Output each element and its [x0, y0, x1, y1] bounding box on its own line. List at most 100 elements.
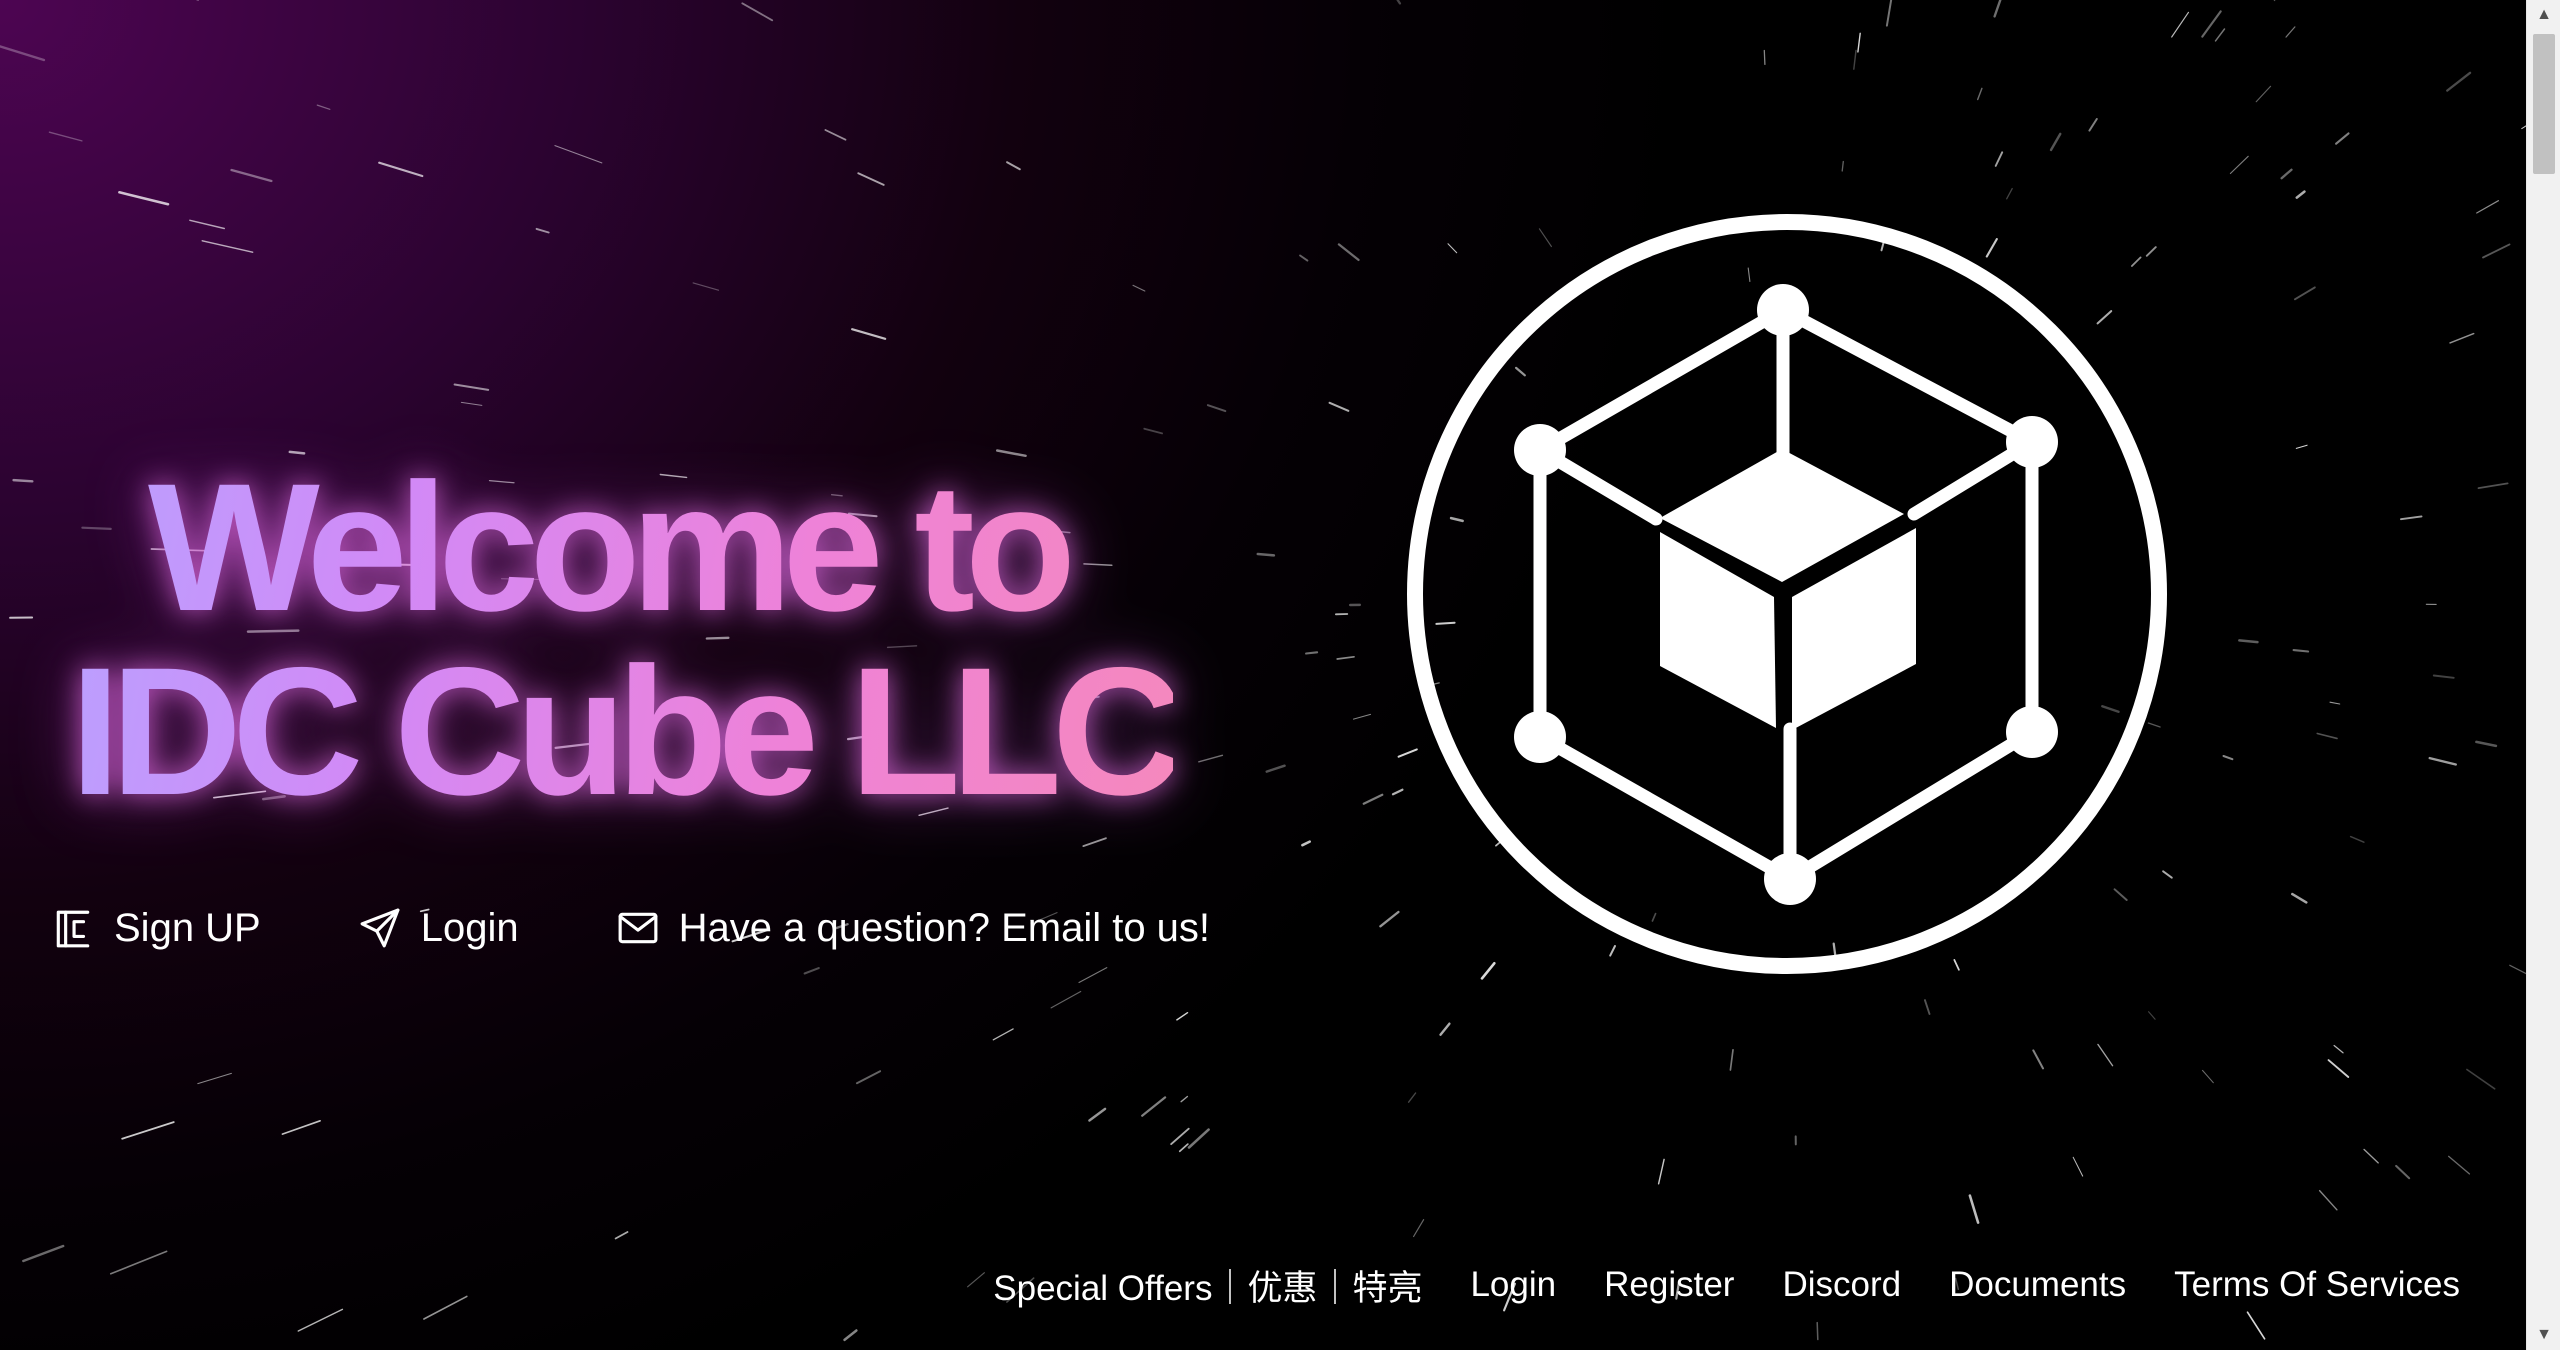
star-streak: [1206, 404, 1227, 413]
star-streak: [2280, 168, 2293, 180]
login-link[interactable]: Login: [359, 906, 519, 951]
star-streak: [189, 219, 226, 230]
star-streak: [1143, 427, 1164, 435]
star-streak: [1301, 840, 1311, 847]
star-streak: [1336, 655, 1355, 660]
star-streak: [2449, 332, 2475, 344]
star-streak: [614, 1231, 629, 1240]
star-streak: [2329, 701, 2341, 705]
footer-link-documents[interactable]: Documents: [1949, 1265, 2126, 1305]
star-streak: [1006, 161, 1021, 171]
star-streak: [2295, 444, 2308, 449]
star-streak: [2273, 0, 2276, 2]
star-streak: [201, 240, 254, 253]
star-streak: [1187, 1128, 1210, 1149]
star-streak: [2477, 482, 2509, 490]
star-streak: [316, 104, 331, 110]
star-streak: [0, 45, 46, 62]
star-streak: [2229, 155, 2249, 175]
star-streak: [803, 967, 820, 975]
star-streak: [1178, 1143, 1189, 1153]
star-streak: [1265, 764, 1286, 773]
star-streak: [824, 129, 847, 141]
login-label: Login: [420, 905, 519, 950]
star-streak: [2446, 71, 2472, 92]
sign-up-label: Sign UP: [114, 905, 261, 950]
star-streak: [1141, 1096, 1167, 1117]
star-streak: [1853, 49, 1857, 70]
star-streak: [118, 191, 170, 206]
star-streak: [2349, 835, 2365, 843]
hero-actions: Sign UP Login Have a question? Email to …: [52, 898, 1210, 958]
star-streak: [2316, 732, 2338, 740]
star-streak: [741, 2, 774, 22]
star-streak: [1088, 1107, 1107, 1122]
star-streak: [2476, 200, 2500, 214]
star-streak: [1328, 401, 1350, 412]
star-streak: [378, 161, 424, 178]
star-streak: [2201, 1069, 2214, 1084]
star-streak: [2148, 1011, 2156, 1020]
footer-nav: Special Offers｜优惠｜特亮 Login Register Disc…: [993, 1262, 2460, 1308]
star-streak: [1976, 87, 1983, 101]
star-streak: [2395, 1164, 2411, 1180]
star-streak: [1396, 0, 1402, 5]
footer-link-login[interactable]: Login: [1470, 1265, 1556, 1305]
star-streak: [1729, 1048, 1734, 1071]
star-streak: [22, 1244, 65, 1263]
star-streak: [692, 282, 720, 291]
star-streak: [2448, 1155, 2471, 1175]
scrollbar-thumb[interactable]: [2533, 34, 2555, 174]
star-streak: [2475, 740, 2498, 748]
hero-title-line-1: Welcome to: [148, 445, 1067, 649]
scroll-down-arrow-icon[interactable]: ▼: [2527, 1320, 2560, 1350]
star-streak: [2255, 85, 2272, 103]
star-streak: [2238, 639, 2259, 644]
star-streak: [2400, 515, 2423, 521]
star-streak: [2318, 1189, 2338, 1211]
star-streak: [1994, 151, 2004, 167]
footer-link-register[interactable]: Register: [1604, 1265, 1734, 1305]
star-streak: [2291, 892, 2308, 904]
star-streak: [857, 172, 885, 186]
email-link[interactable]: Have a question? Email to us!: [617, 906, 1210, 951]
star-streak: [1050, 990, 1082, 1009]
star-streak: [2466, 1068, 2496, 1090]
footer-link-special-offers[interactable]: Special Offers｜优惠｜特亮: [993, 1260, 1422, 1311]
star-streak: [966, 1272, 986, 1288]
star-streak: [2171, 11, 2190, 38]
sign-up-link[interactable]: Sign UP: [52, 906, 261, 951]
star-streak: [1256, 552, 1276, 557]
star-streak: [1816, 1321, 1819, 1341]
star-streak: [1412, 1219, 1425, 1238]
footer-link-discord[interactable]: Discord: [1782, 1265, 1901, 1305]
star-streak: [1763, 49, 1766, 66]
star-streak: [460, 401, 483, 406]
star-streak: [2509, 964, 2526, 975]
star-streak: [2432, 674, 2455, 679]
email-label: Have a question? Email to us!: [678, 905, 1211, 950]
star-streak: [1885, 0, 1893, 27]
footer-link-terms[interactable]: Terms Of Services: [2174, 1265, 2460, 1305]
star-streak: [281, 1119, 321, 1135]
star-streak: [1352, 713, 1372, 720]
star-streak: [2201, 10, 2222, 38]
star-streak: [1439, 1022, 1451, 1036]
star-streak: [2072, 1156, 2084, 1177]
star-streak: [2335, 132, 2350, 145]
star-streak: [1176, 1011, 1189, 1021]
star-streak: [12, 478, 34, 483]
hero-background: Welcome to IDC Cube LLC Sign UP Login Ha…: [0, 0, 2526, 1350]
star-streak: [48, 131, 83, 142]
star-streak: [121, 1121, 175, 1140]
star-streak: [1082, 837, 1107, 848]
star-streak: [2006, 187, 2013, 200]
vertical-scrollbar[interactable]: ▲ ▼: [2526, 0, 2560, 1350]
star-streak: [2363, 1148, 2379, 1164]
star-streak: [109, 1250, 168, 1275]
star-streak: [2293, 286, 2316, 301]
star-streak: [1305, 651, 1319, 655]
star-streak: [843, 1329, 858, 1342]
star-streak: [535, 227, 550, 234]
scroll-up-arrow-icon[interactable]: ▲: [2527, 0, 2560, 30]
